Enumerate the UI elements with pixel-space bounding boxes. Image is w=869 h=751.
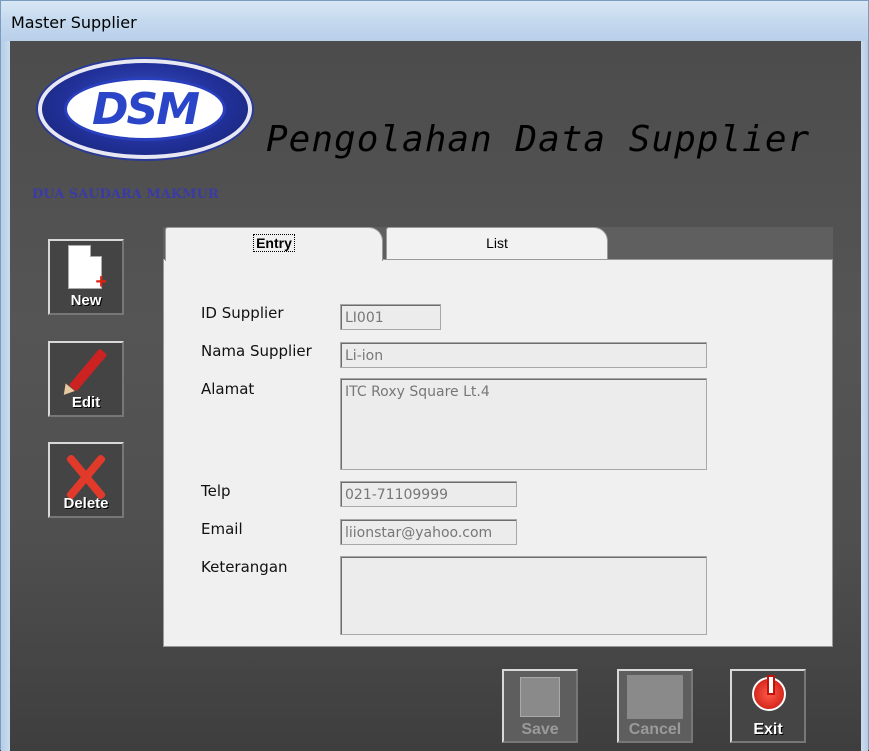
tab-list-label: List bbox=[486, 235, 508, 251]
title-bar[interactable]: Master Supplier bbox=[1, 1, 868, 41]
edit-button-label: Edit bbox=[71, 394, 101, 411]
logo-inner-oval: DSM bbox=[64, 77, 226, 141]
window-frame-left bbox=[1, 41, 10, 751]
window-title: Master Supplier bbox=[11, 13, 137, 32]
alamat-field[interactable]: ITC Roxy Square Lt.4 bbox=[340, 378, 707, 470]
telp-field[interactable]: 021-71109999 bbox=[340, 481, 517, 507]
page-heading: Pengolahan Data Supplier bbox=[266, 119, 811, 160]
id-supplier-field[interactable]: LI001 bbox=[340, 304, 441, 330]
new-button-label: New bbox=[70, 292, 102, 309]
save-icon bbox=[520, 677, 560, 717]
tab-entry-label: Entry bbox=[253, 234, 295, 252]
edit-button[interactable]: Edit bbox=[48, 341, 124, 417]
delete-button[interactable]: Delete bbox=[48, 442, 124, 518]
keterangan-field[interactable] bbox=[340, 556, 707, 635]
new-button[interactable]: + New bbox=[48, 239, 124, 315]
save-button-label: Save bbox=[521, 721, 559, 738]
alamat-label: Alamat bbox=[201, 380, 255, 398]
exit-button-label: Exit bbox=[753, 721, 783, 738]
pencil-icon bbox=[68, 348, 108, 392]
tab-list[interactable]: List bbox=[386, 227, 608, 260]
tab-entry[interactable]: Entry bbox=[165, 227, 383, 261]
client-area: DSM DUA SAUDARA MAKMUR Pengolahan Data S… bbox=[10, 41, 861, 751]
email-field[interactable]: liionstar@yahoo.com bbox=[340, 519, 517, 545]
cancel-button-label: Cancel bbox=[628, 721, 682, 738]
cancel-button[interactable]: Cancel bbox=[617, 669, 693, 743]
exit-button[interactable]: Exit bbox=[730, 669, 806, 743]
save-button[interactable]: Save bbox=[502, 669, 578, 743]
nama-supplier-field[interactable]: Li-ion bbox=[340, 342, 707, 368]
master-supplier-window: Master Supplier DSM DUA SAUDARA MAKMUR P… bbox=[0, 0, 869, 751]
nama-supplier-label: Nama Supplier bbox=[201, 342, 312, 360]
logo-caption: DUA SAUDARA MAKMUR bbox=[32, 187, 219, 202]
window-frame-right bbox=[861, 41, 868, 751]
document-fold bbox=[90, 245, 102, 257]
cancel-icon bbox=[627, 675, 683, 719]
keterangan-label: Keterangan bbox=[201, 558, 288, 576]
id-supplier-label: ID Supplier bbox=[201, 304, 284, 322]
telp-label: Telp bbox=[201, 482, 231, 500]
new-document-icon: + bbox=[68, 245, 107, 293]
power-icon bbox=[752, 675, 786, 711]
plus-icon: + bbox=[95, 271, 107, 293]
delete-x-icon bbox=[58, 450, 114, 500]
delete-button-label: Delete bbox=[63, 495, 109, 512]
company-logo: DSM bbox=[38, 59, 252, 159]
logo-letters: DSM bbox=[92, 84, 200, 135]
email-label: Email bbox=[201, 520, 243, 538]
